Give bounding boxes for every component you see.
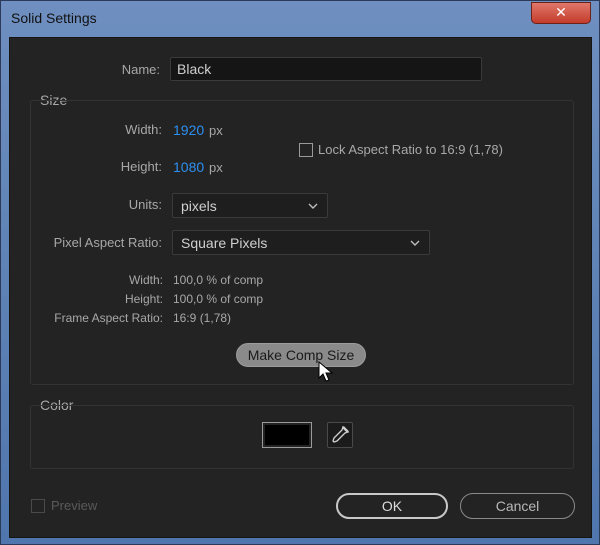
info-width-value: 100,0 % of comp (173, 273, 264, 287)
height-value[interactable]: 1080 (173, 159, 204, 175)
chevron-down-icon (410, 240, 420, 246)
height-label: Height: (120, 159, 162, 174)
chevron-down-icon (308, 203, 318, 209)
units-label: Units: (128, 197, 162, 212)
preview-label: Preview (51, 498, 98, 513)
pixel-aspect-ratio-value: Square Pixels (181, 235, 268, 251)
pixel-aspect-ratio-label: Pixel Aspect Ratio: (53, 235, 162, 250)
make-comp-size-button[interactable]: Make Comp Size (236, 343, 366, 367)
eyedropper-button[interactable] (327, 422, 353, 448)
frame-aspect-ratio-value: 16:9 (1,78) (173, 311, 232, 325)
cancel-button[interactable]: Cancel (460, 493, 575, 519)
name-label: Name: (121, 62, 160, 77)
info-height-label: Height: (124, 292, 163, 306)
lock-aspect-ratio-checkbox[interactable] (299, 143, 313, 157)
solid-settings-dialog: Solid Settings ✕ Name: Black Size Width:… (0, 0, 600, 545)
units-value: pixels (181, 198, 217, 214)
cursor-icon (318, 361, 334, 382)
lock-aspect-ratio-label: Lock Aspect Ratio to 16:9 (1,78) (318, 142, 503, 157)
color-swatch[interactable] (262, 422, 312, 448)
units-dropdown[interactable]: pixels (172, 193, 328, 218)
color-swatch-fill (265, 425, 309, 445)
width-label: Width: (125, 122, 162, 137)
title-bar[interactable]: Solid Settings ✕ (1, 1, 599, 35)
frame-aspect-ratio-label: Frame Aspect Ratio: (54, 311, 163, 325)
ok-button[interactable]: OK (336, 493, 448, 519)
window-title: Solid Settings (11, 10, 97, 26)
name-input[interactable]: Black (170, 57, 482, 81)
eyedropper-icon (332, 425, 350, 443)
pixel-aspect-ratio-dropdown[interactable]: Square Pixels (172, 230, 430, 255)
width-unit: px (209, 123, 223, 138)
close-button[interactable]: ✕ (531, 2, 591, 24)
height-unit: px (209, 160, 223, 175)
preview-checkbox[interactable] (31, 499, 45, 513)
info-width-label: Width: (128, 273, 163, 287)
width-value[interactable]: 1920 (173, 122, 204, 138)
dialog-content: Name: Black Size Width: 1920 px Height: … (9, 37, 592, 538)
info-height-value: 100,0 % of comp (173, 292, 264, 306)
close-icon: ✕ (555, 5, 567, 21)
